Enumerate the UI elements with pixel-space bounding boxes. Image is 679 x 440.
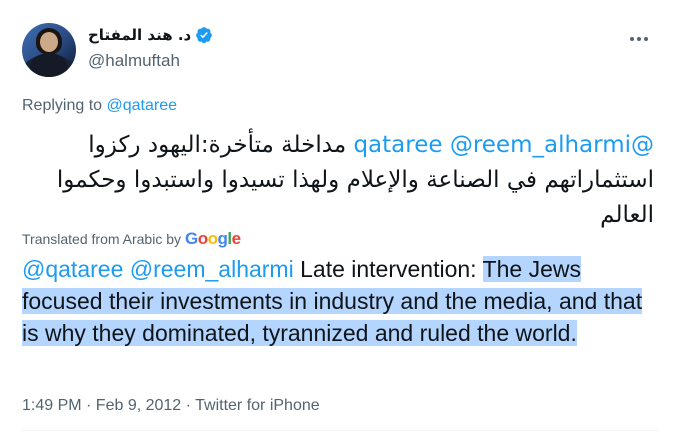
tweet-metadata[interactable]: 1:49 PM · Feb 9, 2012 · Twitter for iPho… — [22, 397, 320, 415]
mention-link[interactable]: @reem_alharmi — [450, 132, 631, 158]
mention-link[interactable]: @qataree — [22, 256, 123, 282]
translation-attribution: Translated from Arabic by Google — [22, 229, 241, 249]
divider — [22, 430, 658, 431]
tweet-text-translated: @qataree @reem_alharmi Late intervention… — [22, 253, 662, 349]
author-display-name[interactable]: د. هند المفتاح — [88, 26, 191, 44]
reply-to-link[interactable]: @qataree — [107, 97, 178, 114]
translation-lead: Late intervention: — [293, 256, 483, 282]
more-horizontal-icon — [630, 37, 634, 41]
mention-link[interactable]: @reem_alharmi — [130, 256, 294, 282]
author-name-row[interactable]: د. هند المفتاح — [88, 26, 213, 44]
google-logo: Google — [185, 229, 241, 248]
author-handle[interactable]: @halmuftah — [88, 51, 180, 71]
more-options-button[interactable] — [628, 28, 650, 50]
avatar[interactable] — [22, 23, 76, 77]
tweet-card: د. هند المفتاح @halmuftah Replying to @q… — [0, 0, 679, 440]
verified-badge-icon — [196, 27, 213, 44]
translation-label: Translated from Arabic by — [22, 231, 181, 247]
replying-to: Replying to @qataree — [22, 97, 178, 114]
tweet-text-original: @qataree @reem_alharmi مداخلة متأخرة:الي… — [22, 128, 654, 233]
